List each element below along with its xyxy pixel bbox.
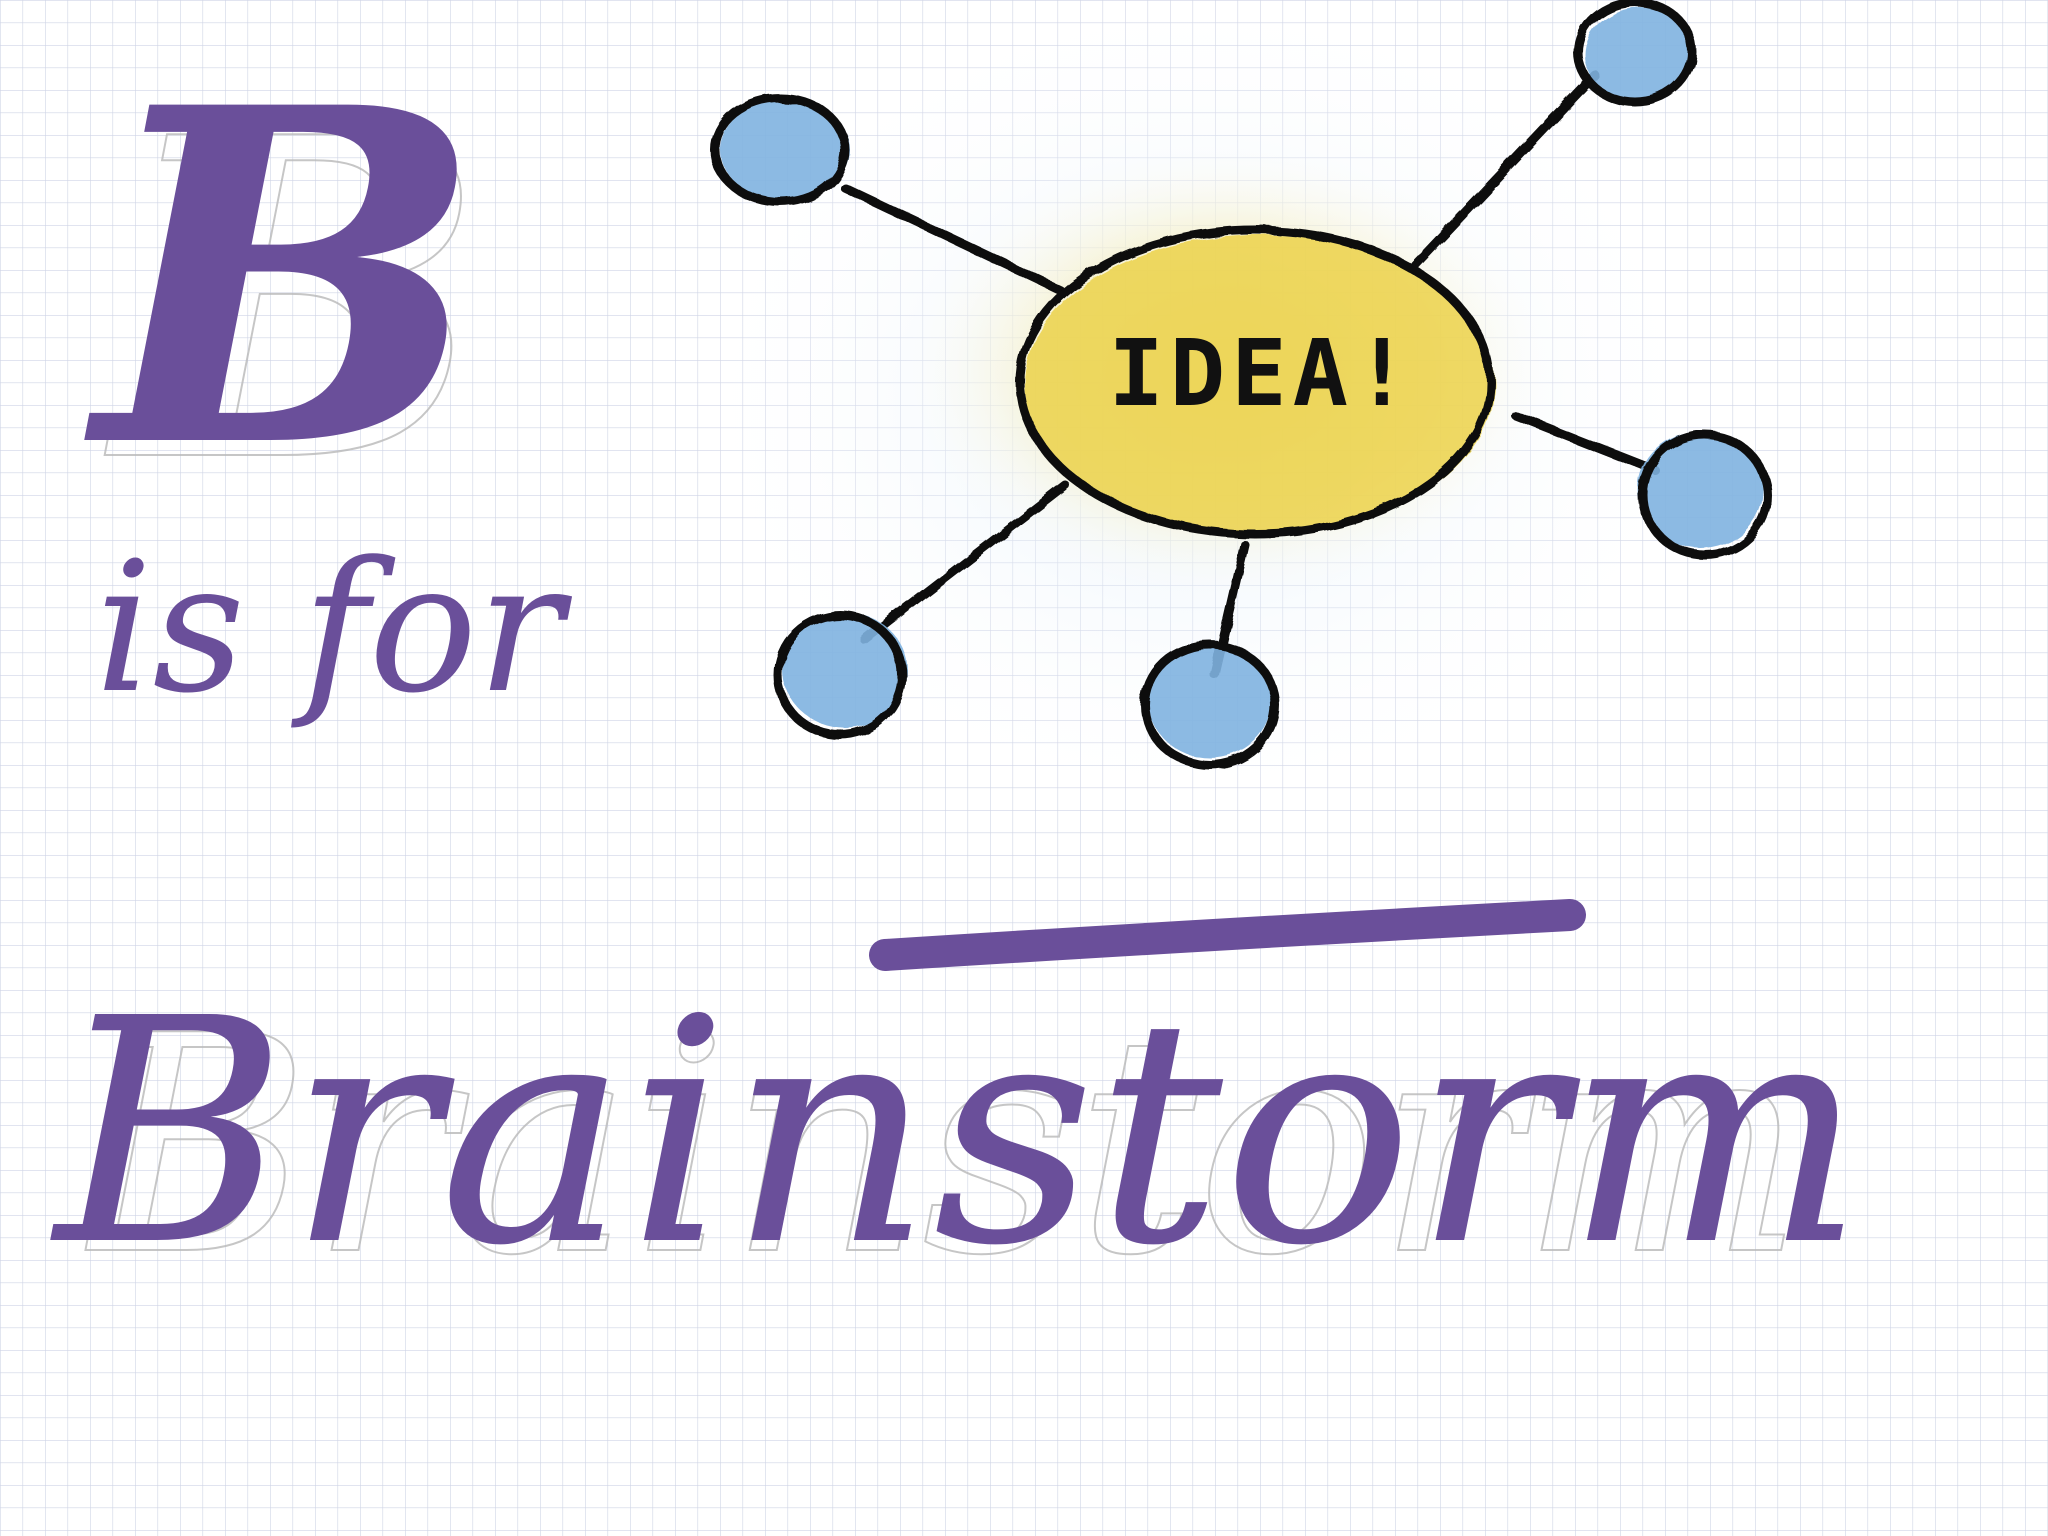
brainstorm-word: Brainstorm	[50, 953, 1865, 1314]
is-for-text: is for	[95, 524, 572, 733]
big-b-letter: B	[81, 9, 484, 549]
t-crossbar-swash	[869, 899, 1586, 971]
sketch-canvas: IDEA! B Brainstorm B is for Brainstorm	[0, 0, 2048, 1536]
title-lettering: B Brainstorm B is for Brainstorm	[50, 9, 1865, 1322]
